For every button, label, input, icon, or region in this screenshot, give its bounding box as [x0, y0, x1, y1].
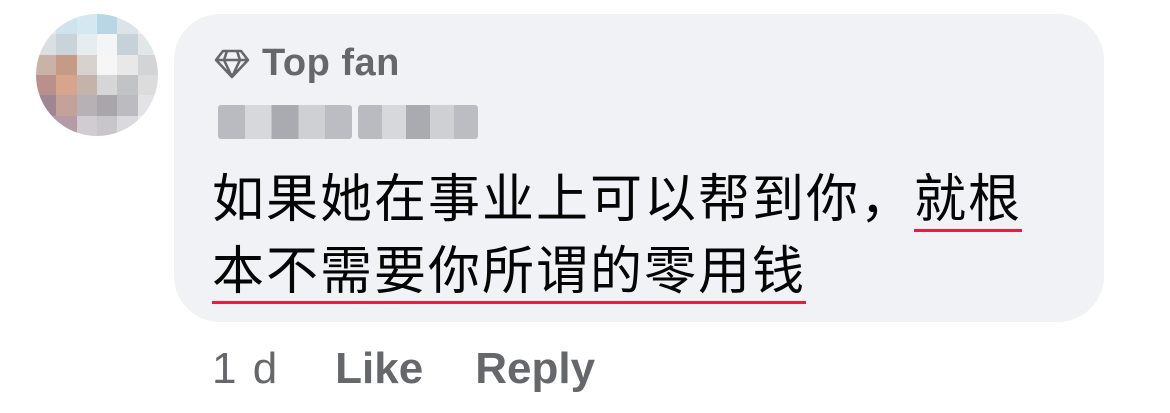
reply-button[interactable]: Reply — [475, 344, 595, 394]
comment-actions: 1 d Like Reply — [212, 344, 647, 394]
comment-bubble: Top fan 如果她在事业上可以帮到你，就根本不需要你所谓的零用钱 — [174, 14, 1104, 322]
comment-text-part1: 如果她在事业上可以帮到你， — [212, 170, 915, 230]
author-name-redacted[interactable] — [218, 102, 478, 142]
badge-label: Top fan — [262, 42, 400, 84]
timestamp[interactable]: 1 d — [212, 344, 279, 394]
top-fan-badge[interactable]: Top fan — [214, 42, 400, 85]
diamond-icon — [214, 49, 250, 78]
like-button[interactable]: Like — [335, 344, 423, 394]
comment: Top fan 如果她在事业上可以帮到你，就根本不需要你所谓的零用钱 1 d L… — [0, 0, 1170, 413]
avatar[interactable] — [36, 14, 158, 136]
comment-text: 如果她在事业上可以帮到你，就根本不需要你所谓的零用钱 — [212, 164, 1072, 308]
